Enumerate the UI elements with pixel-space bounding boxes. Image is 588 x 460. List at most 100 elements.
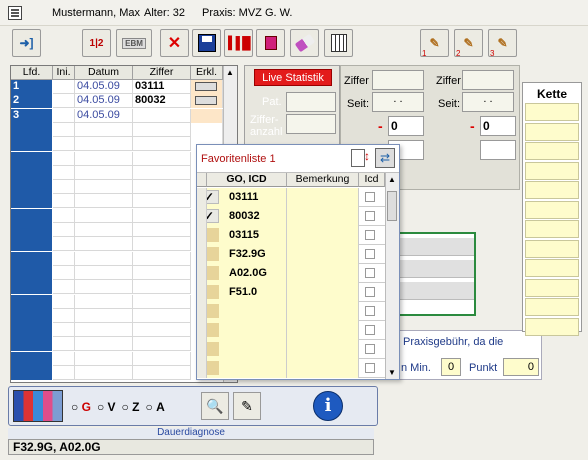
table-row[interactable] [11, 165, 223, 180]
kette-cell[interactable] [525, 278, 579, 297]
cell-datum[interactable]: 04.05.09 [75, 94, 133, 109]
info-button[interactable]: i [313, 391, 343, 421]
cell-lfd[interactable] [11, 122, 53, 137]
extra-field-2[interactable] [480, 140, 516, 160]
cell-ziffer[interactable]: 03111 [133, 80, 191, 94]
fav-scrollbar[interactable]: ▲ ▼ [385, 173, 399, 379]
cell-ini[interactable] [53, 137, 75, 152]
cell-ini[interactable] [53, 251, 75, 266]
pen-icon[interactable] [207, 304, 219, 318]
cell-erkl[interactable] [191, 80, 223, 94]
fav-cell-code[interactable] [207, 340, 287, 359]
cell-ziffer[interactable] [133, 151, 191, 166]
cell-ini[interactable] [53, 223, 75, 237]
pat-field[interactable] [286, 92, 336, 112]
delete-button[interactable]: ✕ [160, 29, 189, 57]
icd-checkbox[interactable] [365, 192, 375, 202]
cell-datum[interactable] [75, 122, 133, 137]
cell-ini[interactable] [53, 180, 75, 195]
table-row[interactable] [11, 308, 223, 323]
fav-cell-code[interactable]: F51.0 [207, 283, 287, 302]
pen-icon[interactable] [207, 266, 219, 280]
fav-cell-bemerkung[interactable] [287, 302, 359, 321]
kette-cell[interactable] [525, 200, 579, 219]
kette-cell[interactable] [525, 239, 579, 258]
dauerdiagnose-field[interactable]: F32.9G, A02.0G [8, 439, 374, 455]
cell-ini[interactable] [53, 94, 75, 109]
table-row[interactable] [11, 280, 223, 295]
cell-lfd[interactable] [11, 351, 53, 366]
kette-cell[interactable] [525, 317, 579, 336]
icd-checkbox[interactable] [365, 344, 375, 354]
table-row[interactable] [11, 237, 223, 252]
fav-cell-code[interactable]: F32.9G [207, 245, 287, 264]
cell-datum[interactable] [75, 137, 133, 152]
pen-icon[interactable] [207, 228, 219, 242]
cell-lfd[interactable] [11, 165, 53, 180]
cell-lfd[interactable]: 2 [11, 94, 53, 109]
cell-datum[interactable] [75, 280, 133, 295]
cell-ini[interactable] [53, 265, 75, 280]
cell-datum[interactable] [75, 294, 133, 309]
step-3-button[interactable]: ✎ 3 [488, 29, 517, 58]
cell-ziffer[interactable] [133, 251, 191, 266]
fav-row-selector[interactable] [197, 302, 207, 321]
cell-ziffer[interactable] [133, 294, 191, 309]
fav-row[interactable]: ✓ 80032 [197, 207, 385, 226]
table-row[interactable] [11, 351, 223, 366]
fav-cell-code[interactable]: ✓ 80032 [207, 207, 287, 226]
cell-datum[interactable] [75, 351, 133, 366]
punkt-field[interactable]: 0 [503, 358, 539, 376]
cell-ini[interactable] [53, 308, 75, 323]
cell-datum[interactable] [75, 165, 133, 180]
fav-row[interactable]: ✓ 03111 [197, 188, 385, 207]
table-row[interactable] [11, 294, 223, 309]
save-button[interactable] [192, 29, 221, 57]
erkl-button[interactable] [195, 82, 217, 91]
fav-cell-bemerkung[interactable] [287, 340, 359, 359]
fav-row-selector[interactable] [197, 245, 207, 264]
table-row[interactable] [11, 366, 223, 380]
cell-lfd[interactable] [11, 308, 53, 323]
step-1-button[interactable]: ✎ 1 [420, 29, 449, 58]
cell-ziffer[interactable] [133, 351, 191, 366]
pen-icon[interactable] [207, 247, 219, 261]
cell-lfd[interactable] [11, 137, 53, 152]
fav-cell-bemerkung[interactable] [287, 359, 359, 378]
ziffer-field-1[interactable] [372, 70, 424, 90]
fav-col-bemerkung[interactable]: Bemerkung [287, 173, 359, 187]
table-row[interactable]: 2 04.05.09 80032 [11, 94, 223, 109]
fav-cell-code[interactable] [207, 321, 287, 340]
col-datum[interactable]: Datum [75, 66, 133, 80]
col-ini[interactable]: Ini. [53, 66, 75, 80]
cell-lfd[interactable] [11, 366, 53, 380]
step-2-button[interactable]: ✎ 2 [454, 29, 483, 58]
fav-cell-code[interactable]: ✓ 03111 [207, 188, 287, 207]
fav-row[interactable]: F32.9G [197, 245, 385, 264]
fav-row-selector[interactable] [197, 226, 207, 245]
radio-v[interactable]: ○ V [97, 400, 116, 414]
cell-ini[interactable] [53, 237, 75, 252]
seit-field-2[interactable]: . . [462, 92, 514, 112]
checkmark-icon[interactable]: ✓ [207, 190, 219, 204]
cell-erkl[interactable] [191, 122, 223, 137]
cell-ini[interactable] [53, 80, 75, 94]
table-row[interactable] [11, 122, 223, 137]
book-button[interactable] [256, 29, 285, 57]
cell-lfd[interactable] [11, 265, 53, 280]
cell-lfd[interactable] [11, 323, 53, 338]
kette-cell[interactable] [525, 161, 579, 180]
cell-ziffer[interactable] [133, 308, 191, 323]
cell-ziffer[interactable] [133, 223, 191, 237]
ziffer-field-2[interactable] [462, 70, 514, 90]
pen-icon[interactable] [207, 342, 219, 356]
pen-icon[interactable] [207, 323, 219, 337]
fav-row-selector[interactable] [197, 359, 207, 378]
cell-lfd[interactable]: 3 [11, 108, 53, 123]
cell-ziffer[interactable] [133, 108, 191, 123]
cell-ziffer[interactable] [133, 280, 191, 295]
fav-cell-bemerkung[interactable] [287, 264, 359, 283]
icd-checkbox[interactable] [365, 287, 375, 297]
binders-button[interactable] [13, 390, 63, 422]
kette-cell[interactable] [525, 220, 579, 238]
